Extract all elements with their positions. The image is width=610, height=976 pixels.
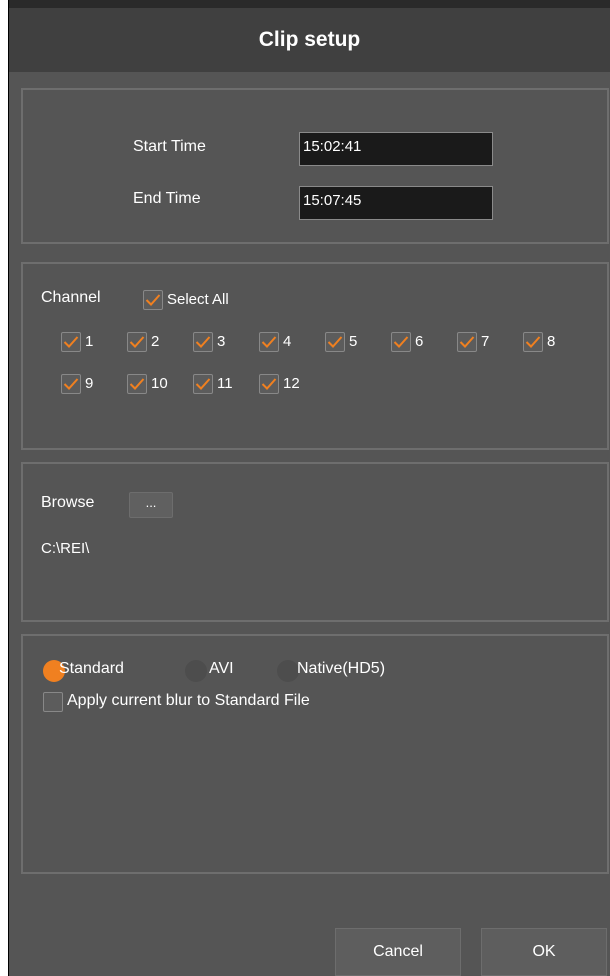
channel-checkbox[interactable] xyxy=(523,332,543,352)
channel-checkbox-label: 11 xyxy=(217,375,233,392)
dialog-title-text: Clip setup xyxy=(258,28,361,51)
channel-checkbox-label: 10 xyxy=(151,375,168,392)
channel-checkbox[interactable] xyxy=(61,374,81,394)
checkmark-icon xyxy=(63,378,79,390)
radio-standard-label: Standard xyxy=(59,660,124,677)
apply-blur-checkbox[interactable] xyxy=(43,692,63,712)
end-time-label: End Time xyxy=(133,190,201,207)
clip-setup-dialog: Clip setup Start Time 15:02:41 End Time … xyxy=(8,0,610,976)
channel-checkbox[interactable] xyxy=(127,374,147,394)
checkmark-icon xyxy=(459,336,475,348)
checkmark-icon xyxy=(327,336,343,348)
channel-checkbox-label: 12 xyxy=(283,375,300,392)
start-time-label: Start Time xyxy=(133,138,206,155)
checkmark-icon xyxy=(63,336,79,348)
select-all-label: Select All xyxy=(167,291,229,308)
channel-checkbox[interactable] xyxy=(259,332,279,352)
browse-label: Browse xyxy=(41,494,95,511)
select-all-checkbox[interactable] xyxy=(143,290,163,310)
browse-button[interactable]: ... xyxy=(129,492,173,518)
checkmark-icon xyxy=(525,336,541,348)
start-time-input[interactable]: 15:02:41 xyxy=(299,132,493,166)
channel-checkbox-label: 4 xyxy=(283,333,292,350)
browse-panel: Browse ... C:\REI\ xyxy=(21,462,609,622)
radio-native-hd5[interactable] xyxy=(277,660,299,682)
channel-checkbox-label: 2 xyxy=(151,333,160,350)
checkmark-icon xyxy=(393,336,409,348)
checkmark-icon xyxy=(195,336,211,348)
channel-checkbox-label: 9 xyxy=(85,375,94,392)
channel-checkbox-label: 6 xyxy=(415,333,424,350)
radio-avi[interactable] xyxy=(185,660,207,682)
format-panel: Standard AVI Native(HD5) Apply current b… xyxy=(21,634,609,874)
save-path-text: C:\REI\ xyxy=(41,540,90,557)
checkmark-icon xyxy=(145,294,161,306)
channel-checkbox[interactable] xyxy=(391,332,411,352)
channel-checkbox-label: 7 xyxy=(481,333,490,350)
time-panel: Start Time 15:02:41 End Time 15:07:45 xyxy=(21,88,609,244)
checkmark-icon xyxy=(195,378,211,390)
apply-blur-label: Apply current blur to Standard File xyxy=(67,692,310,709)
radio-native-hd5-label: Native(HD5) xyxy=(297,660,386,677)
channel-checkbox-label: 5 xyxy=(349,333,358,350)
channel-checkbox[interactable] xyxy=(61,332,81,352)
channel-checkbox-label: 8 xyxy=(547,333,556,350)
channel-checkbox-label: 3 xyxy=(217,333,226,350)
cancel-button[interactable]: Cancel xyxy=(335,928,461,976)
channel-checkbox[interactable] xyxy=(259,374,279,394)
window-top-strip xyxy=(9,0,610,8)
ok-button[interactable]: OK xyxy=(481,928,607,976)
checkmark-icon xyxy=(261,378,277,390)
channel-checkbox[interactable] xyxy=(193,332,213,352)
radio-avi-label: AVI xyxy=(209,660,234,677)
channel-checkbox[interactable] xyxy=(457,332,477,352)
channel-checkbox[interactable] xyxy=(193,374,213,394)
end-time-input[interactable]: 15:07:45 xyxy=(299,186,493,220)
dialog-title: Clip setup xyxy=(9,8,610,72)
checkmark-icon xyxy=(129,336,145,348)
channel-panel: Channel Select All 1 2 3 4 5 6 7 8 9 10 11 12 xyxy=(21,262,609,450)
checkmark-icon xyxy=(261,336,277,348)
channel-checkbox[interactable] xyxy=(127,332,147,352)
channel-checkbox[interactable] xyxy=(325,332,345,352)
channel-label: Channel xyxy=(41,289,101,306)
channel-checkbox-label: 1 xyxy=(85,333,94,350)
checkmark-icon xyxy=(129,378,145,390)
